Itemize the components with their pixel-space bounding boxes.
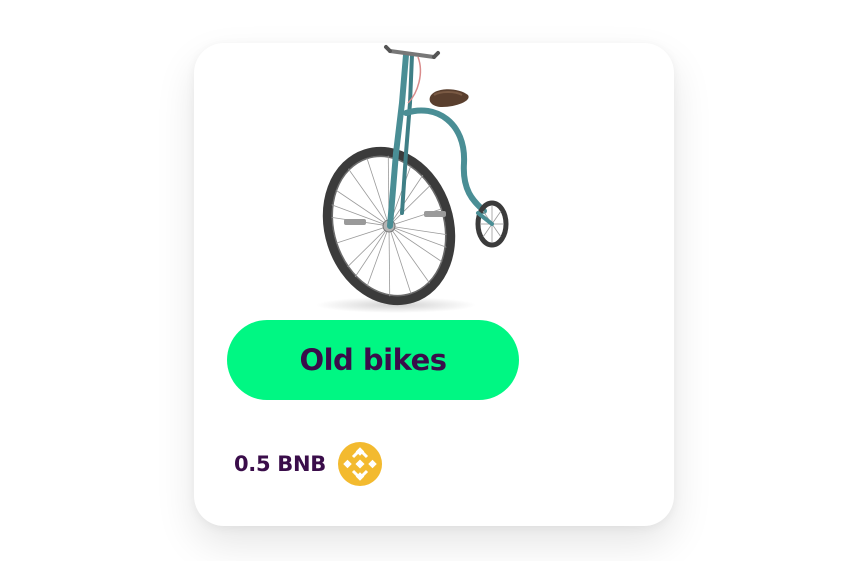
price-row: 0.5 BNB xyxy=(234,441,383,487)
penny-farthing-bicycle-icon xyxy=(316,45,509,313)
bnb-coin-icon xyxy=(338,442,383,486)
price-label: 0.5 BNB xyxy=(234,452,327,476)
item-title-button[interactable]: Old bikes xyxy=(227,320,519,400)
nft-item-card[interactable]: Old bikes 0.5 BNB xyxy=(194,43,674,526)
